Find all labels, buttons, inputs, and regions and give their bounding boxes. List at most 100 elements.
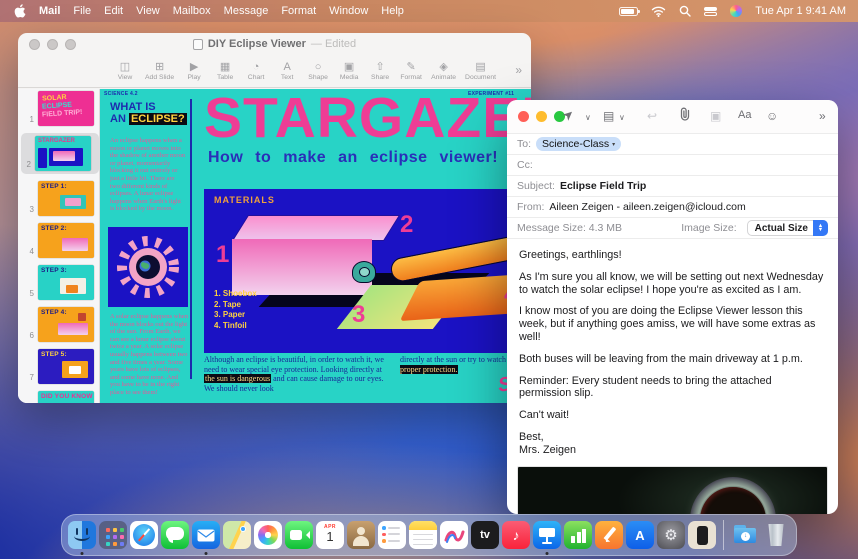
wifi-icon[interactable] xyxy=(651,6,666,17)
dock-numbers[interactable] xyxy=(564,521,592,549)
subject-field[interactable]: Subject: Eclipse Field Trip xyxy=(507,176,838,197)
recipient-token[interactable]: Science-Class▾ xyxy=(536,137,621,151)
markup-button: ▣ xyxy=(710,109,721,123)
keynote-toolbar-text[interactable]: AText xyxy=(276,62,298,81)
document-icon: ▤ xyxy=(475,62,485,73)
slide-solar-paragraph: A solar eclipse happens when the moon bl… xyxy=(110,313,188,397)
document-proxy-icon[interactable] xyxy=(193,39,203,50)
share-icon: ⇧ xyxy=(376,62,385,73)
keynote-toolbar-document[interactable]: ▤Document xyxy=(465,62,496,81)
menu-clock[interactable]: Tue Apr 1 9:41 AM xyxy=(755,5,846,17)
keynote-title-text: DIY Eclipse Viewer xyxy=(208,38,306,50)
dock-system-settings[interactable]: ⚙ xyxy=(657,521,685,549)
dock-messages[interactable] xyxy=(161,521,189,549)
message-body[interactable]: Greetings, earthlings! As I'm sure you a… xyxy=(507,239,838,457)
slide-thumb-1[interactable]: 1 SOLAR ECLIPSE FIELD TRIP! xyxy=(24,91,99,126)
dock-freeform[interactable] xyxy=(440,521,468,549)
from-field[interactable]: From: Aileen Zeigen - aileen.zeigen@iclo… xyxy=(507,197,838,218)
keynote-toolbar-chart[interactable]: ◔Chart xyxy=(245,62,267,81)
dock-iphone-mirroring[interactable] xyxy=(688,521,716,549)
slide-thumb-8[interactable]: 8 DID YOU KNOW xyxy=(24,391,99,403)
attach-button[interactable] xyxy=(679,107,691,124)
keynote-toolbar-play[interactable]: ▶Play xyxy=(183,62,205,81)
siri-icon[interactable] xyxy=(730,5,742,17)
dock-finder[interactable] xyxy=(68,521,96,549)
menu-app-name[interactable]: Mail xyxy=(39,5,60,17)
dock-maps[interactable] xyxy=(223,521,251,549)
menu-edit[interactable]: Edit xyxy=(104,5,123,17)
slide-thumb-6[interactable]: 6 STEP 4: xyxy=(24,307,99,342)
dock-music[interactable]: ♪ xyxy=(502,521,530,549)
search-icon[interactable] xyxy=(679,5,691,17)
keynote-toolbar-table[interactable]: ▦Table xyxy=(214,62,236,81)
header-fields-button[interactable]: ▤ xyxy=(603,109,614,123)
body-paragraph: As I'm sure you all know, we will be set… xyxy=(519,271,826,297)
keynote-window: DIY Eclipse Viewer — Edited ◫View ⊞Add S… xyxy=(18,33,531,403)
emoji-button[interactable]: ☺ xyxy=(766,109,778,123)
eclipse-photo-attachment[interactable] xyxy=(517,466,828,514)
play-icon: ▶ xyxy=(190,62,198,73)
slide-thumb-7[interactable]: 7 STEP 5: xyxy=(24,349,99,384)
dock-reminders[interactable] xyxy=(378,521,406,549)
slide-thumb-3[interactable]: 3 STEP 1: xyxy=(24,181,99,216)
keynote-toolbar-shape[interactable]: ○Shape xyxy=(307,62,329,81)
keynote-toolbar-animate[interactable]: ◈Animate xyxy=(431,62,456,81)
menu-view[interactable]: View xyxy=(136,5,160,17)
dock-tv[interactable]: tv xyxy=(471,521,499,549)
close-button[interactable] xyxy=(518,111,529,122)
menu-file[interactable]: File xyxy=(73,5,91,17)
keynote-toolbar-media[interactable]: ▣Media xyxy=(338,62,360,81)
to-field[interactable]: To: Science-Class▾ xyxy=(507,134,838,155)
keynote-toolbar-add-slide[interactable]: ⊞Add Slide xyxy=(145,62,174,81)
battery-icon[interactable] xyxy=(619,7,638,16)
send-options-chevron-icon[interactable]: ∨ xyxy=(585,113,591,122)
keynote-window-controls[interactable] xyxy=(29,39,76,50)
toolbar-overflow-icon[interactable]: » xyxy=(515,63,522,77)
keynote-toolbar-format[interactable]: ✎Format xyxy=(400,62,422,81)
image-size-popup[interactable]: Actual Size ▲▼ xyxy=(747,220,828,236)
header-fields-chevron-icon[interactable]: ∨ xyxy=(619,113,625,122)
dock-trash[interactable] xyxy=(762,521,790,549)
slide-thumb-2-selected[interactable]: 2 STARGAZER xyxy=(21,133,99,174)
control-center-icon[interactable] xyxy=(704,7,717,16)
from-value: Aileen Zeigen - aileen.zeigen@icloud.com xyxy=(549,201,745,213)
menu-format[interactable]: Format xyxy=(281,5,316,17)
minimize-button[interactable] xyxy=(536,111,547,122)
close-button[interactable] xyxy=(29,39,40,50)
apple-menu[interactable] xyxy=(14,4,26,18)
send-button[interactable]: ➤ xyxy=(563,107,574,123)
keynote-toolbar-share[interactable]: ⇧Share xyxy=(369,62,391,81)
menu-help[interactable]: Help xyxy=(381,5,404,17)
body-signature: Mrs. Zeigen xyxy=(519,444,826,457)
subject-value: Eclipse Field Trip xyxy=(560,180,646,192)
slide-thumb-4[interactable]: 4 STEP 2: xyxy=(24,223,99,258)
dock-pages[interactable] xyxy=(595,521,623,549)
slide-canvas[interactable]: SCIENCE 4.2 EXPERIMENT #11 WHAT IS AN EC… xyxy=(100,89,531,403)
slide-heading-what-is: WHAT IS AN ECLIPSE? xyxy=(110,101,187,125)
dock-app-store[interactable]: A xyxy=(626,521,654,549)
format-button[interactable]: Aa xyxy=(738,109,751,121)
dock-facetime[interactable] xyxy=(285,521,313,549)
shoebox-lid xyxy=(232,215,400,241)
dock-contacts[interactable] xyxy=(347,521,375,549)
slide-thumb-5[interactable]: 5 STEP 3: xyxy=(24,265,99,300)
dock-photos[interactable] xyxy=(254,521,282,549)
minimize-button[interactable] xyxy=(47,39,58,50)
dock-mail[interactable] xyxy=(192,521,220,549)
zoom-button[interactable] xyxy=(65,39,76,50)
dock-safari[interactable] xyxy=(130,521,158,549)
dock-launchpad[interactable] xyxy=(99,521,127,549)
menu-mailbox[interactable]: Mailbox xyxy=(173,5,211,17)
toolbar-overflow-icon[interactable]: » xyxy=(819,109,826,123)
dock-keynote[interactable] xyxy=(533,521,561,549)
dock-notes[interactable] xyxy=(409,521,437,549)
menu-message[interactable]: Message xyxy=(224,5,269,17)
dock-calendar[interactable]: APR1 xyxy=(316,521,344,549)
menu-window[interactable]: Window xyxy=(329,5,368,17)
menu-bar: Mail File Edit View Mailbox Message Form… xyxy=(0,0,858,22)
keynote-toolbar-view[interactable]: ◫View xyxy=(114,62,136,81)
body-paragraph: Both buses will be leaving from the main… xyxy=(519,353,826,366)
dock-downloads[interactable]: ↓ xyxy=(731,521,759,549)
chart-icon: ◔ xyxy=(253,62,260,73)
cc-field[interactable]: Cc: xyxy=(507,155,838,176)
